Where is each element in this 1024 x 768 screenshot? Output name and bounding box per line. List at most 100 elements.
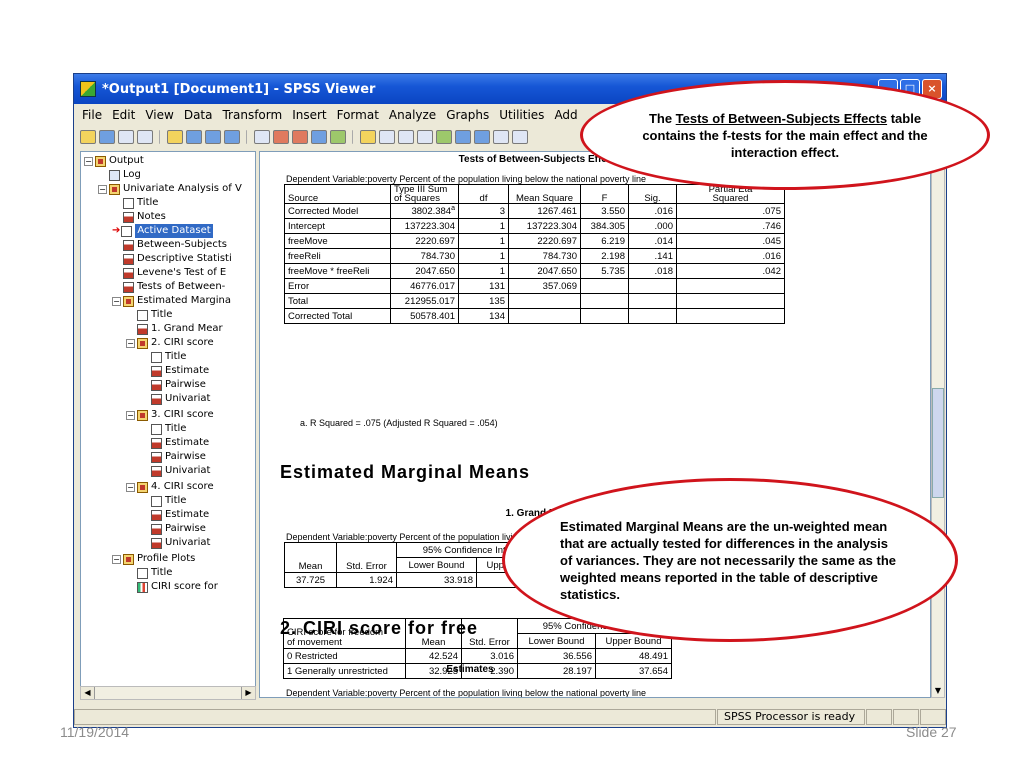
tree-node[interactable]: Notes bbox=[123, 210, 166, 224]
menu-analyze[interactable]: Analyze bbox=[389, 108, 436, 122]
tree-node[interactable]: CIRI score for bbox=[137, 580, 218, 594]
tree-node[interactable]: 1. Grand Mear bbox=[137, 322, 223, 336]
estimates-title: Estimates bbox=[446, 664, 494, 675]
export-icon[interactable] bbox=[167, 130, 183, 144]
goto-data-icon[interactable] bbox=[254, 130, 270, 144]
tree-node[interactable]: Pairwise bbox=[151, 522, 206, 536]
expand-icon[interactable] bbox=[493, 130, 509, 144]
table-icon bbox=[123, 267, 134, 279]
collapse-toggle-icon[interactable]: − bbox=[112, 554, 121, 564]
output-vertical-scrollbar[interactable]: ▲ ▼ bbox=[931, 151, 945, 698]
tree-node[interactable]: Between-Subjects bbox=[123, 238, 227, 252]
tbs-ms-cell: 1267.461 bbox=[508, 203, 581, 219]
back-arrow-icon[interactable] bbox=[455, 130, 471, 144]
open-icon[interactable] bbox=[80, 130, 96, 144]
use-sets-icon[interactable] bbox=[330, 130, 346, 144]
insert-heading-icon[interactable] bbox=[417, 130, 433, 144]
collapse-toggle-icon[interactable]: − bbox=[84, 156, 93, 166]
tree-node[interactable]: Estimate bbox=[151, 508, 209, 522]
tree-node[interactable]: Log bbox=[109, 168, 141, 182]
tree-node[interactable]: − Output bbox=[84, 154, 144, 168]
tree-node[interactable]: Title bbox=[137, 308, 172, 322]
collapse-toggle-icon[interactable]: − bbox=[112, 296, 121, 306]
collapse-toggle-icon[interactable]: − bbox=[126, 482, 135, 492]
tbs-f-cell-text: 3.550 bbox=[601, 205, 625, 217]
tree-node[interactable]: Levene's Test of E bbox=[123, 266, 226, 280]
show-output-icon[interactable] bbox=[379, 130, 395, 144]
menu-transform[interactable]: Transform bbox=[222, 108, 282, 122]
tree-node[interactable]: Title bbox=[123, 196, 158, 210]
tbs-sig-cell-text: .014 bbox=[654, 235, 674, 247]
undo-icon[interactable] bbox=[205, 130, 221, 144]
status-message-cell bbox=[74, 709, 716, 725]
menu-view[interactable]: View bbox=[145, 108, 173, 122]
tree-node[interactable]: Univariat bbox=[151, 536, 210, 550]
tree-node[interactable]: Descriptive Statisti bbox=[123, 252, 232, 266]
book-icon bbox=[137, 409, 148, 421]
header-pe-line2: Squared bbox=[712, 193, 749, 204]
tree-node[interactable]: Tests of Between- bbox=[123, 280, 225, 294]
promote-icon[interactable] bbox=[436, 130, 452, 144]
menu-file[interactable]: File bbox=[82, 108, 102, 122]
goto-case-icon[interactable] bbox=[273, 130, 289, 144]
scroll-right-icon[interactable]: ▶ bbox=[241, 687, 255, 699]
print-icon[interactable] bbox=[118, 130, 134, 144]
tree-node[interactable]: − Estimated Margina bbox=[112, 294, 231, 308]
tree-node[interactable]: Title bbox=[151, 350, 186, 364]
collapse-toggle-icon[interactable]: − bbox=[126, 338, 135, 348]
title-icon bbox=[137, 309, 148, 321]
hide-output-icon[interactable] bbox=[398, 130, 414, 144]
menu-addons[interactable]: Add bbox=[554, 108, 577, 122]
tree-node[interactable]: −3. CIRI score bbox=[126, 408, 214, 422]
tbs-df-cell-text: 1 bbox=[499, 265, 505, 277]
redo-icon[interactable] bbox=[224, 130, 240, 144]
dialog-recall-icon[interactable] bbox=[186, 130, 202, 144]
scroll-down-icon[interactable]: ▼ bbox=[932, 685, 944, 697]
menu-format[interactable]: Format bbox=[337, 108, 379, 122]
tree-node[interactable]: Univariat bbox=[151, 464, 210, 478]
tbs-ss-cell-text: 784.730 bbox=[420, 250, 455, 262]
menu-edit[interactable]: Edit bbox=[112, 108, 135, 122]
tbs-sig-cell bbox=[628, 308, 677, 324]
tree-node[interactable]: −4. CIRI score bbox=[126, 480, 214, 494]
tree-node[interactable]: −2. CIRI score bbox=[126, 336, 214, 350]
est-dependent-variable: Dependent Variable:poverty Percent of th… bbox=[286, 688, 647, 698]
menu-utilities[interactable]: Utilities bbox=[499, 108, 544, 122]
tree-node[interactable]: Estimate bbox=[151, 436, 209, 450]
collapse-icon[interactable] bbox=[512, 130, 528, 144]
tbs-df-cell-text: 134 bbox=[489, 310, 505, 322]
tbs-ms-cell bbox=[508, 293, 581, 309]
tree-node[interactable]: Pairwise bbox=[151, 450, 206, 464]
tree-horizontal-scrollbar[interactable]: ◀ ▶ bbox=[80, 686, 256, 700]
tbs-f-cell: 384.305 bbox=[580, 218, 629, 234]
menu-data[interactable]: Data bbox=[184, 108, 213, 122]
tbs-df-cell-text: 3 bbox=[499, 205, 505, 217]
tree-node[interactable]: Title bbox=[137, 566, 172, 580]
tbs-source-cell: Total bbox=[284, 293, 391, 309]
slide-date: 11/19/2014 bbox=[60, 724, 130, 740]
designate-window-icon[interactable] bbox=[360, 130, 376, 144]
tbs-pe-cell: .075 bbox=[676, 203, 785, 219]
header-sig: Sig. bbox=[644, 193, 661, 204]
tree-node[interactable]: − Profile Plots bbox=[112, 552, 195, 566]
tree-node[interactable]: Pairwise bbox=[151, 378, 206, 392]
menu-graphs[interactable]: Graphs bbox=[446, 108, 489, 122]
tree-node[interactable]: Title bbox=[151, 494, 186, 508]
variables-icon[interactable] bbox=[292, 130, 308, 144]
tbs-ms-cell: 357.069 bbox=[508, 278, 581, 294]
tree-node[interactable]: Univariat bbox=[151, 392, 210, 406]
print-preview-icon[interactable] bbox=[137, 130, 153, 144]
tree-node-selected[interactable]: ➔ Active Dataset bbox=[112, 224, 213, 238]
scroll-left-icon[interactable]: ◀ bbox=[81, 687, 95, 699]
tree-node[interactable]: − Univariate Analysis of V bbox=[98, 182, 242, 196]
tree-node[interactable]: Title bbox=[151, 422, 186, 436]
menu-insert[interactable]: Insert bbox=[292, 108, 326, 122]
scroll-thumb[interactable] bbox=[932, 388, 944, 498]
forward-arrow-icon[interactable] bbox=[474, 130, 490, 144]
tree-node[interactable]: Estimate bbox=[151, 364, 209, 378]
collapse-toggle-icon[interactable]: − bbox=[126, 410, 135, 420]
collapse-toggle-icon[interactable]: − bbox=[98, 184, 107, 194]
tests-of-between-subjects-table[interactable]: Source Type III Sum of Squares df Mean Sq… bbox=[284, 184, 785, 324]
save-icon[interactable] bbox=[99, 130, 115, 144]
help-icon[interactable] bbox=[311, 130, 327, 144]
